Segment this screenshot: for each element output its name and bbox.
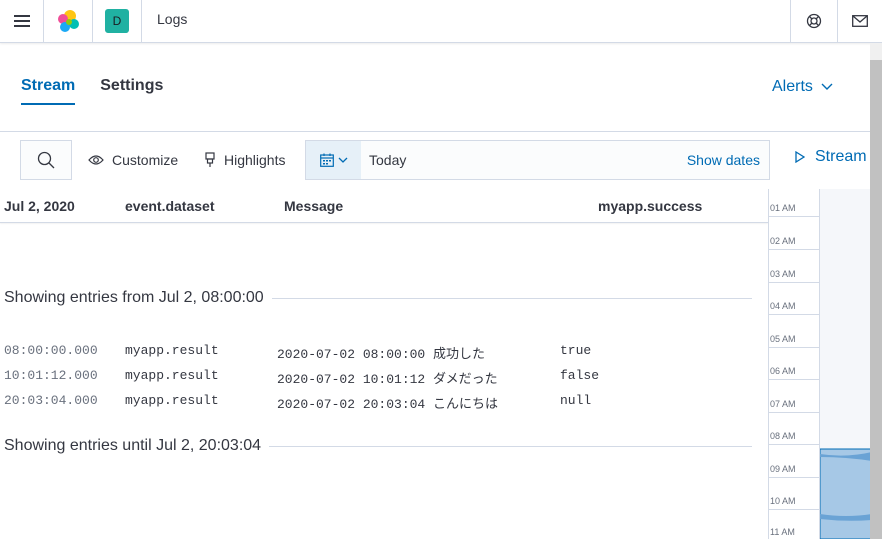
date-value[interactable]: Today bbox=[369, 152, 687, 168]
entries-start-text: Showing entries from Jul 2, 08:00:00 bbox=[4, 289, 264, 306]
tab-stream[interactable]: Stream bbox=[21, 77, 76, 105]
breadcrumb[interactable]: Logs bbox=[157, 0, 187, 38]
entries-start-marker: Showing entries from Jul 2, 08:00:00 bbox=[4, 289, 752, 307]
eye-icon bbox=[88, 155, 104, 165]
log-message: 2020-07-02 10:01:12 ダメだった bbox=[277, 368, 498, 387]
column-date: Jul 2, 2020 bbox=[4, 198, 75, 214]
log-row[interactable]: 08:00:00.000 myapp.result 2020-07-02 08:… bbox=[0, 339, 768, 363]
minimap-highlight bbox=[820, 448, 872, 539]
log-dataset: myapp.result bbox=[125, 393, 219, 408]
space-selector[interactable]: D bbox=[93, 0, 141, 42]
log-timestamp: 20:03:04.000 bbox=[4, 393, 98, 408]
play-icon bbox=[795, 151, 805, 163]
log-message-timestamp: 2020-07-02 10:01:12 bbox=[277, 372, 426, 387]
calendar-icon bbox=[319, 153, 334, 167]
tab-bar: Stream Settings bbox=[21, 77, 163, 105]
newsfeed-button[interactable] bbox=[838, 0, 882, 42]
space-avatar: D bbox=[105, 9, 129, 33]
entries-end-marker: Showing entries until Jul 2, 20:03:04 bbox=[4, 437, 752, 455]
log-message: 2020-07-02 08:00:00 成功した bbox=[277, 343, 485, 362]
log-row[interactable]: 10:01:12.000 myapp.result 2020-07-02 10:… bbox=[0, 364, 768, 388]
log-minimap[interactable]: 01 AM 02 AM 03 AM 04 AM 05 AM 06 AM 07 A… bbox=[768, 189, 872, 539]
customize-button[interactable]: Customize bbox=[88, 140, 178, 180]
log-message-timestamp: 2020-07-02 20:03:04 bbox=[277, 397, 426, 412]
quick-select-button[interactable] bbox=[306, 141, 361, 179]
log-timestamp: 08:00:00.000 bbox=[4, 343, 98, 358]
log-success: false bbox=[560, 368, 600, 383]
tab-settings[interactable]: Settings bbox=[100, 77, 163, 105]
log-message: 2020-07-02 20:03:04 こんにちは bbox=[277, 393, 498, 412]
stream-label: Stream bbox=[815, 148, 867, 165]
highlights-button[interactable]: Highlights bbox=[204, 140, 285, 180]
search-button[interactable] bbox=[20, 140, 72, 180]
stream-live-button[interactable]: Stream bbox=[795, 148, 867, 166]
chevron-down-icon bbox=[821, 83, 833, 90]
column-message: Message bbox=[284, 198, 344, 214]
search-icon bbox=[37, 151, 55, 169]
header-divider bbox=[141, 0, 142, 42]
log-dataset: myapp.result bbox=[125, 343, 219, 358]
log-message-text: 成功した bbox=[433, 347, 486, 362]
page-scrollbar-thumb[interactable] bbox=[870, 60, 882, 539]
log-message-text: ダメだった bbox=[433, 372, 498, 387]
log-row[interactable]: 20:03:04.000 myapp.result 2020-07-02 20:… bbox=[0, 389, 768, 413]
page-divider bbox=[0, 131, 870, 132]
date-picker: Today Show dates bbox=[305, 140, 770, 180]
show-dates-button[interactable]: Show dates bbox=[687, 152, 760, 168]
alerts-menu-button[interactable]: Alerts bbox=[772, 78, 833, 96]
help-icon bbox=[806, 13, 822, 29]
menu-icon bbox=[13, 15, 30, 27]
column-myapp-success: myapp.success bbox=[598, 198, 703, 214]
top-header: D Logs bbox=[0, 0, 882, 43]
mail-icon bbox=[852, 15, 868, 27]
log-success: null bbox=[560, 393, 592, 408]
chevron-down-icon bbox=[338, 157, 347, 163]
log-message-text: こんにちは bbox=[433, 397, 499, 412]
highlights-label: Highlights bbox=[224, 152, 286, 168]
log-success: true bbox=[560, 343, 592, 358]
divider-line bbox=[269, 445, 752, 447]
elastic-logo bbox=[58, 10, 79, 32]
entries-end-text: Showing entries until Jul 2, 20:03:04 bbox=[4, 437, 262, 454]
log-timestamp: 10:01:12.000 bbox=[4, 368, 98, 383]
column-event-dataset: event.dataset bbox=[125, 198, 215, 214]
menu-button[interactable] bbox=[0, 0, 43, 42]
log-message-timestamp: 2020-07-02 08:00:00 bbox=[277, 347, 426, 362]
divider-line bbox=[271, 297, 752, 299]
log-column-header: Jul 2, 2020 event.dataset Message myapp.… bbox=[0, 189, 768, 223]
alerts-label: Alerts bbox=[772, 78, 813, 95]
home-logo-button[interactable] bbox=[44, 0, 92, 42]
help-button[interactable] bbox=[791, 0, 837, 42]
minimap-density-area[interactable] bbox=[819, 189, 872, 539]
customize-label: Customize bbox=[112, 152, 179, 168]
highlighter-icon bbox=[205, 152, 215, 167]
log-dataset: myapp.result bbox=[125, 368, 219, 383]
